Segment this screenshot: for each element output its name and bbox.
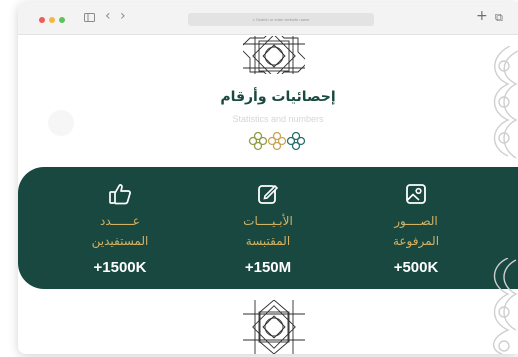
stat-label-line1: الأبـيــــات (243, 214, 293, 228)
stat-label-line2: المرفوعة (392, 234, 440, 248)
geometric-ornament-top (243, 36, 305, 74)
back-button[interactable]: ‹ (105, 9, 111, 23)
minimize-window-button[interactable] (49, 17, 55, 23)
side-ornament-top (493, 46, 518, 159)
stat-label: الصــــور المرفوعة (356, 211, 476, 251)
new-tab-button[interactable]: + (476, 9, 488, 23)
edit-icon (258, 184, 279, 204)
stat-value: +150M (244, 259, 292, 276)
stat-label: الأبـيــــات المقتبسة (208, 211, 328, 251)
sidebar-toggle-icon[interactable] (84, 13, 95, 25)
stat-label-line1: عــــــدد (100, 214, 140, 228)
section-title-arabic: إحصائيات وأرقام (220, 89, 336, 105)
stat-value: +500K (393, 259, 439, 276)
rosette-divider-icon (248, 131, 306, 151)
side-ornament-bottom (493, 258, 518, 354)
stat-label-line2: المستفيدين (91, 234, 149, 248)
stat-quoted-verses: الأبـيــــات المقتبسة +150M (208, 167, 328, 289)
maximize-window-button[interactable] (59, 17, 65, 23)
page-content: إحصائيات وأرقام Statistics and numbers ا… (18, 36, 518, 354)
browser-window: ‹ › ⌕ Search or enter website name + ⧉ إ… (18, 2, 518, 354)
stat-label-line2: المقتبسة (245, 234, 291, 248)
geometric-ornament-bottom (243, 300, 305, 354)
photo-icon (406, 184, 426, 204)
thumbs-up-icon (109, 184, 131, 205)
stat-label: عــــــدد المستفيدين (60, 211, 180, 251)
section-title-english: Statistics and numbers (232, 114, 324, 124)
stat-beneficiaries: عــــــدد المستفيدين +1500K (60, 167, 180, 289)
stat-label-line1: الصــــور (394, 214, 438, 228)
forward-button[interactable]: › (120, 9, 126, 23)
decorative-circle (48, 110, 74, 136)
statistics-band: الصــــور المرفوعة +500K الأبـيــــات ال… (18, 167, 518, 289)
stat-value: +1500K (93, 259, 147, 276)
tab-overview-button[interactable]: ⧉ (495, 12, 503, 24)
address-placeholder: Search or enter website name (255, 17, 310, 22)
browser-toolbar: ‹ › ⌕ Search or enter website name + ⧉ (18, 2, 518, 35)
close-window-button[interactable] (39, 17, 45, 23)
address-bar[interactable]: ⌕ Search or enter website name (188, 13, 374, 26)
stat-uploaded-photos: الصــــور المرفوعة +500K (356, 167, 476, 289)
